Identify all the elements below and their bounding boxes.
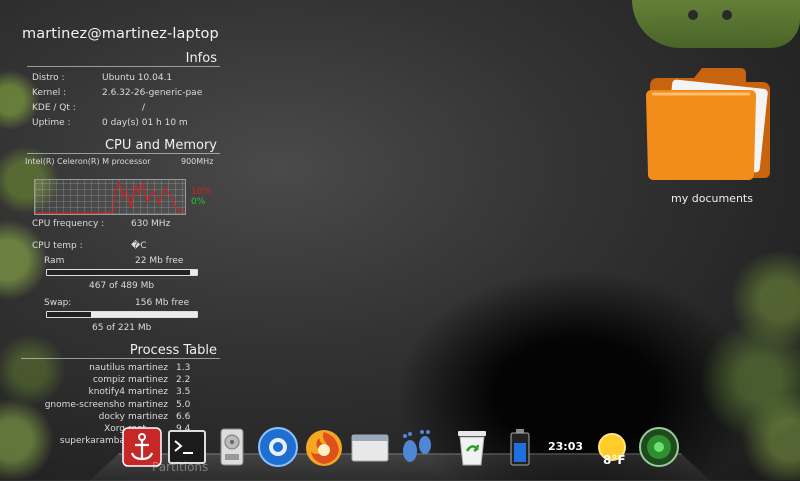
swap-label: Swap: — [44, 298, 72, 308]
process-name: superkaramba — [59, 436, 125, 447]
cpu-temp-label: CPU temp : — [32, 241, 83, 251]
process-name: gnome-screensho — [44, 399, 125, 410]
firefox-icon[interactable] — [303, 426, 345, 468]
process-name: compiz — [92, 375, 125, 386]
folder-label[interactable]: my documents — [660, 192, 764, 205]
cpu-usage-graph — [34, 179, 186, 215]
ram-used: 467 of 489 Mb — [89, 281, 155, 291]
cpu-frequency-label: CPU frequency : — [32, 219, 105, 229]
process-user: martinez — [128, 375, 168, 386]
clock: 23:03 — [548, 440, 584, 453]
info-value: 0 day(s) 01 h 10 m — [102, 118, 188, 128]
process-cpu: 1.3 — [176, 363, 191, 373]
folder-icon[interactable] — [642, 60, 778, 184]
footprints-icon[interactable] — [396, 426, 438, 468]
process-name: knotify4 — [88, 387, 125, 398]
cpu-sys-percent: 0% — [191, 197, 206, 207]
process-user: martinez — [128, 387, 168, 398]
process-table-title: Process Table — [21, 343, 220, 359]
info-value: / — [142, 103, 146, 113]
cpu-graph-line — [35, 180, 185, 214]
process-cpu: 6.6 — [176, 411, 191, 422]
trash-icon[interactable] — [451, 426, 493, 468]
swap-bar-fill — [47, 312, 92, 317]
infos-title: Infos — [27, 51, 220, 67]
cpu-user-percent: 18% — [191, 187, 212, 197]
window-icon[interactable] — [349, 426, 391, 468]
process-name: nautilus — [89, 363, 125, 373]
info-label: Distro : — [32, 73, 65, 83]
ram-label: Ram — [44, 256, 65, 266]
processor-name: Intel(R) Celeron(R) M processor — [25, 157, 151, 166]
cpu-temp-value: �C — [131, 241, 147, 251]
cpu-frequency-value: 630 MHz — [131, 219, 171, 229]
battery-icon[interactable] — [499, 426, 541, 468]
info-value: 2.6.32-26-generic-pae — [102, 88, 203, 98]
wallpaper-moss-right — [670, 240, 800, 480]
info-value: Ubuntu 10.04.1 — [102, 73, 173, 83]
cpu-memory-title: CPU and Memory — [27, 138, 220, 154]
swap-bar — [46, 311, 198, 318]
process-cpu: 3.5 — [176, 387, 191, 398]
hard-drive-icon[interactable] — [211, 426, 253, 468]
ram-bar — [46, 269, 198, 276]
info-label: Kernel : — [32, 88, 67, 98]
process-user: martinez — [128, 399, 168, 410]
process-cpu: 5.0 — [176, 399, 191, 410]
android-logo — [632, 0, 800, 48]
process-cpu: 2.2 — [176, 375, 191, 386]
ram-bar-fill — [47, 270, 191, 275]
info-label: KDE / Qt : — [32, 103, 76, 113]
swap-used: 65 of 221 Mb — [92, 323, 152, 333]
process-user: martinez — [128, 363, 168, 373]
process-user: martinez — [128, 411, 168, 422]
conky-hostname: martinez@martinez-laptop — [22, 26, 219, 42]
info-label: Uptime : — [32, 118, 71, 128]
weather-temperature: 8°F — [603, 453, 626, 467]
swap-free: 156 Mb free — [135, 298, 190, 308]
partitions-label: Partitions — [152, 460, 209, 474]
radar-icon[interactable] — [638, 426, 680, 468]
ram-free: 22 Mb free — [135, 256, 184, 266]
processor-speed: 900MHz — [181, 157, 214, 166]
process-name: docky — [98, 411, 125, 422]
browser-icon[interactable] — [257, 426, 299, 468]
